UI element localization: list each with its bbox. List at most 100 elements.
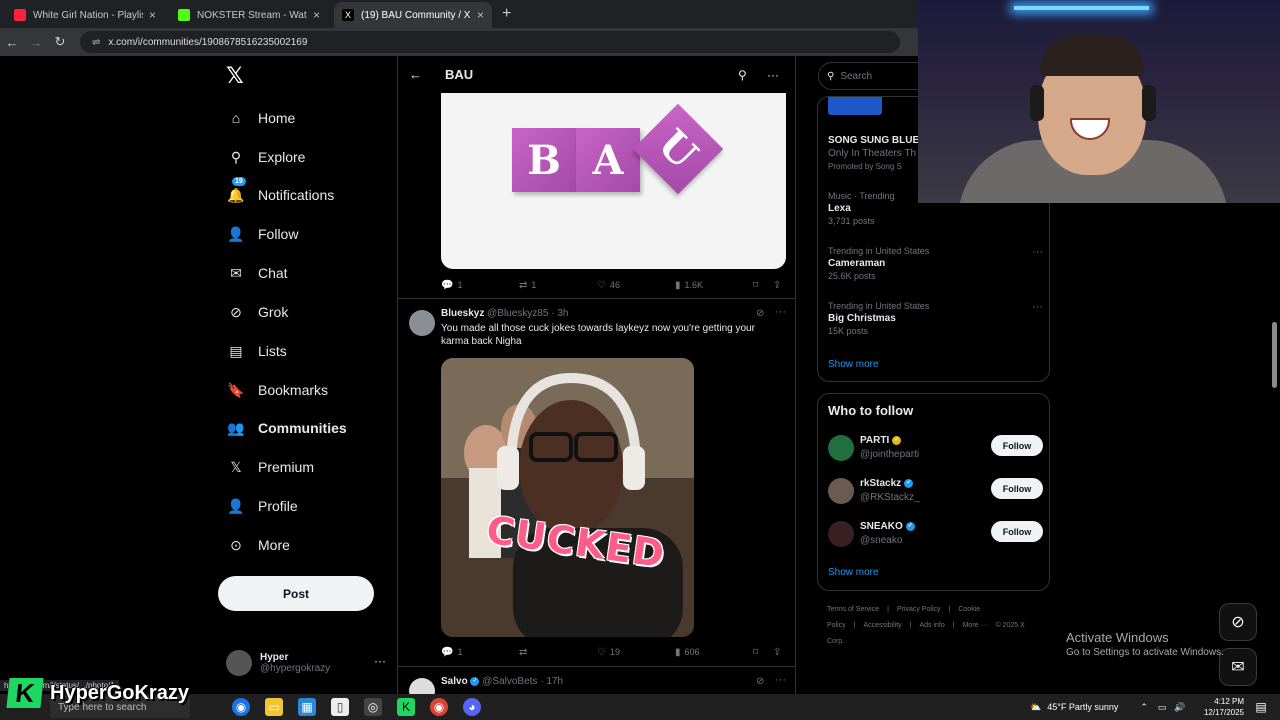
network-icon[interactable]: ▭ <box>1158 702 1167 713</box>
nav-item-notifications[interactable]: 🔔 19 Notifications <box>226 177 334 207</box>
suggestion-name-row[interactable]: PARTI ✓ <box>860 435 902 446</box>
post-image-bau-blocks[interactable]: B A U <box>441 93 786 269</box>
tab-bau-community[interactable]: X (19) BAU Community / X × <box>334 2 492 28</box>
repost-button[interactable]: ⇄ <box>519 647 531 658</box>
trend-item[interactable]: Trending in United States Big Christmas 15… <box>828 301 1043 336</box>
reply-button[interactable]: 💬 1 <box>441 280 462 291</box>
nav-item-profile[interactable]: 👤 Profile <box>226 494 297 518</box>
kick-app-icon[interactable]: K <box>397 698 415 716</box>
x-logo-icon[interactable]: 𝕏 <box>226 64 244 89</box>
nav-item-communities[interactable]: 👥 Communities <box>226 416 346 440</box>
apple-music-favicon <box>14 9 26 21</box>
discord-icon[interactable]: ◕ <box>463 698 481 716</box>
repost-button[interactable]: ⇄ 1 <box>519 280 536 291</box>
author-name[interactable]: Salvo <box>441 676 468 687</box>
nav-item-premium[interactable]: 𝕏 Premium <box>226 455 314 479</box>
more-icon[interactable]: ··· <box>1032 301 1043 313</box>
suggestion-name: rkStackz <box>860 478 902 489</box>
bookmark-button[interactable]: ⌑ <box>753 280 762 291</box>
share-button[interactable]: ⇪ <box>773 647 785 658</box>
avatar[interactable] <box>409 310 435 336</box>
more-icon[interactable]: ··· <box>374 654 386 668</box>
nav-item-more[interactable]: ⊙ More <box>226 533 290 557</box>
file-explorer-icon[interactable]: ▭ <box>265 698 283 716</box>
nav-item-home[interactable]: ⌂ Home <box>226 106 296 130</box>
nav-item-grok[interactable]: ⊘ Grok <box>226 300 288 324</box>
post-button[interactable]: Post <box>218 576 374 611</box>
post-image-webcam-still[interactable]: CUCKED <box>441 358 694 637</box>
forward-button[interactable]: → <box>24 35 48 50</box>
left-navigation: 𝕏 ⌂ Home ⚲ Explore 🔔 19 Notifications 👤 Follow ✉ C… <box>218 56 396 680</box>
tab-apple-music[interactable]: White Girl Nation - Playlist - Ap × <box>6 2 164 28</box>
home-icon: ⌂ <box>231 110 241 126</box>
chrome-icon[interactable]: ◉ <box>232 698 250 716</box>
more-icon[interactable]: ··· <box>767 68 779 82</box>
site-info-icon[interactable]: ⇌ <box>92 37 100 48</box>
footer-link[interactable]: Privacy Policy <box>897 606 941 613</box>
promo-image[interactable] <box>828 97 882 115</box>
suggestion-name-row[interactable]: rkStackz ✓ <box>860 478 914 489</box>
grok-icon[interactable]: ⊘ <box>756 676 764 687</box>
close-tab-icon[interactable]: × <box>149 8 156 22</box>
taskbar-clock[interactable]: 4:12 PM 12/17/2025 <box>1198 696 1244 718</box>
obs-icon[interactable]: ◎ <box>364 698 382 716</box>
bookmark-button[interactable]: ⌑ <box>753 647 762 658</box>
streamer-name: HyperGoKrazy <box>50 681 189 704</box>
more-icon[interactable]: ··· <box>1032 246 1043 258</box>
follow-suggestion[interactable]: SNEAKO ✓ @sneako Follow <box>828 519 1043 549</box>
follow-button[interactable]: Follow <box>991 478 1043 499</box>
follow-button[interactable]: Follow <box>991 521 1043 542</box>
views-button[interactable]: ▮ 1.6K <box>675 280 703 291</box>
footer-link[interactable]: More ··· <box>963 622 988 629</box>
store-icon[interactable]: ▦ <box>298 698 316 716</box>
footer-link[interactable]: Accessibility <box>864 622 902 629</box>
author-name[interactable]: Blueskyz <box>441 308 484 319</box>
nav-item-follow[interactable]: 👤 Follow <box>226 222 298 246</box>
tray-chevron-icon[interactable]: ⌃ <box>1140 702 1148 713</box>
nav-item-label: More <box>258 537 290 553</box>
nav-item-explore[interactable]: ⚲ Explore <box>226 145 306 169</box>
grok-fab-icon[interactable]: ⊘ <box>1219 603 1257 641</box>
footer-link[interactable]: Terms of Service <box>827 606 879 613</box>
avatar[interactable] <box>828 478 854 504</box>
follow-suggestion[interactable]: rkStackz ✓ @RKStackz_ Follow <box>828 476 1043 506</box>
avatar[interactable] <box>828 435 854 461</box>
grok-icon[interactable]: ⊘ <box>756 308 764 319</box>
show-more-follow-link[interactable]: Show more <box>828 567 879 578</box>
tab-nokster[interactable]: NOKSTER Stream - Watch Live × <box>170 2 328 28</box>
new-tab-button[interactable]: + <box>502 2 511 28</box>
account-switcher[interactable]: Hyper @hypergokrazy ··· <box>226 646 386 680</box>
footer-link[interactable]: Ads info <box>919 622 944 629</box>
views-button[interactable]: ▮ 606 <box>675 647 700 658</box>
chrome-profile-icon[interactable]: ◉ <box>430 698 448 716</box>
more-icon[interactable]: ··· <box>775 306 786 318</box>
show-more-trends-link[interactable]: Show more <box>828 359 879 370</box>
messages-fab-icon[interactable]: ✉ <box>1219 648 1257 686</box>
follow-suggestion[interactable]: PARTI ✓ @jointheparti Follow <box>828 433 1043 463</box>
share-button[interactable]: ⇪ <box>773 280 785 291</box>
trend-item[interactable]: Trending in United States Cameraman 25.6K … <box>828 246 1043 281</box>
like-button[interactable]: ♡ 46 <box>597 280 620 291</box>
notepad-icon[interactable]: ▯ <box>331 698 349 716</box>
nav-item-chat[interactable]: ✉ Chat <box>226 261 287 285</box>
back-arrow-icon[interactable]: ← <box>409 67 422 82</box>
nav-item-bookmarks[interactable]: 🔖 Bookmarks <box>226 378 328 402</box>
back-button[interactable]: ← <box>0 35 24 50</box>
suggestion-name-row[interactable]: SNEAKO ✓ <box>860 521 915 532</box>
weather-text[interactable]: 45°F Partly sunny <box>1047 702 1118 712</box>
more-icon[interactable]: ··· <box>775 674 786 686</box>
close-tab-icon[interactable]: × <box>313 8 320 22</box>
url-field[interactable]: ⇌ x.com/i/communities/190867851623500216… <box>80 31 900 53</box>
notifications-icon[interactable]: ▤ <box>1252 698 1270 716</box>
close-tab-icon[interactable]: × <box>477 8 484 22</box>
reload-button[interactable]: ↻ <box>48 34 72 50</box>
avatar[interactable] <box>828 521 854 547</box>
volume-icon[interactable]: 🔊 <box>1174 702 1185 713</box>
search-icon[interactable]: ⚲ <box>738 68 747 82</box>
nav-item-lists[interactable]: ▤ Lists <box>226 339 286 363</box>
follow-button[interactable]: Follow <box>991 435 1043 456</box>
like-button[interactable]: ♡ 19 <box>597 647 620 658</box>
letter-block: A <box>576 128 640 192</box>
page-scrollbar-thumb[interactable] <box>1272 322 1277 388</box>
reply-button[interactable]: 💬 1 <box>441 647 462 658</box>
